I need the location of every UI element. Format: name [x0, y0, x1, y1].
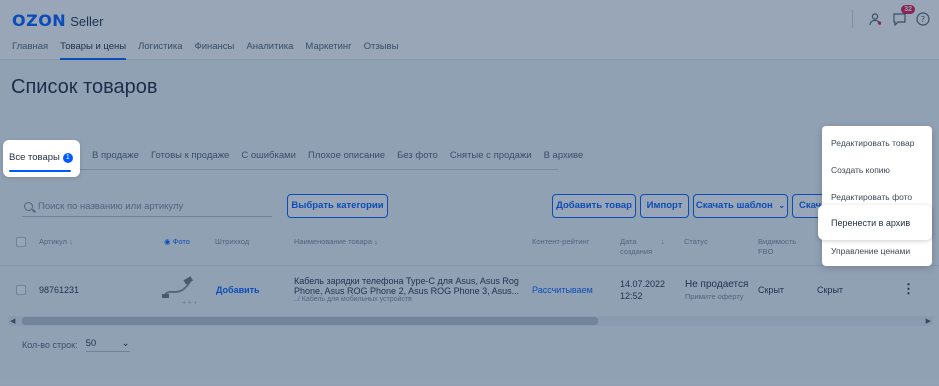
active-tab-indicator: [9, 170, 71, 172]
tab-all-products[interactable]: Все товары 1: [3, 140, 80, 177]
move-to-archive-label: Перенести в архив: [831, 218, 911, 228]
tab-all-products-label: Все товары 1: [9, 152, 73, 163]
tab-all-label-text: Все товары: [9, 152, 60, 163]
modal-overlay[interactable]: [0, 0, 939, 386]
row-actions-menu: Редактировать товар Создать копию Редакт…: [822, 126, 932, 266]
menu-item-edit-photo[interactable]: Редактировать фото: [831, 192, 912, 202]
tab-count-badge: 1: [62, 153, 73, 163]
menu-item-edit-product[interactable]: Редактировать товар: [831, 138, 914, 148]
menu-item-move-to-archive[interactable]: Перенести в архив: [818, 205, 932, 240]
menu-item-create-copy[interactable]: Создать копию: [831, 165, 890, 175]
menu-item-manage-prices[interactable]: Управление ценами: [831, 246, 910, 256]
